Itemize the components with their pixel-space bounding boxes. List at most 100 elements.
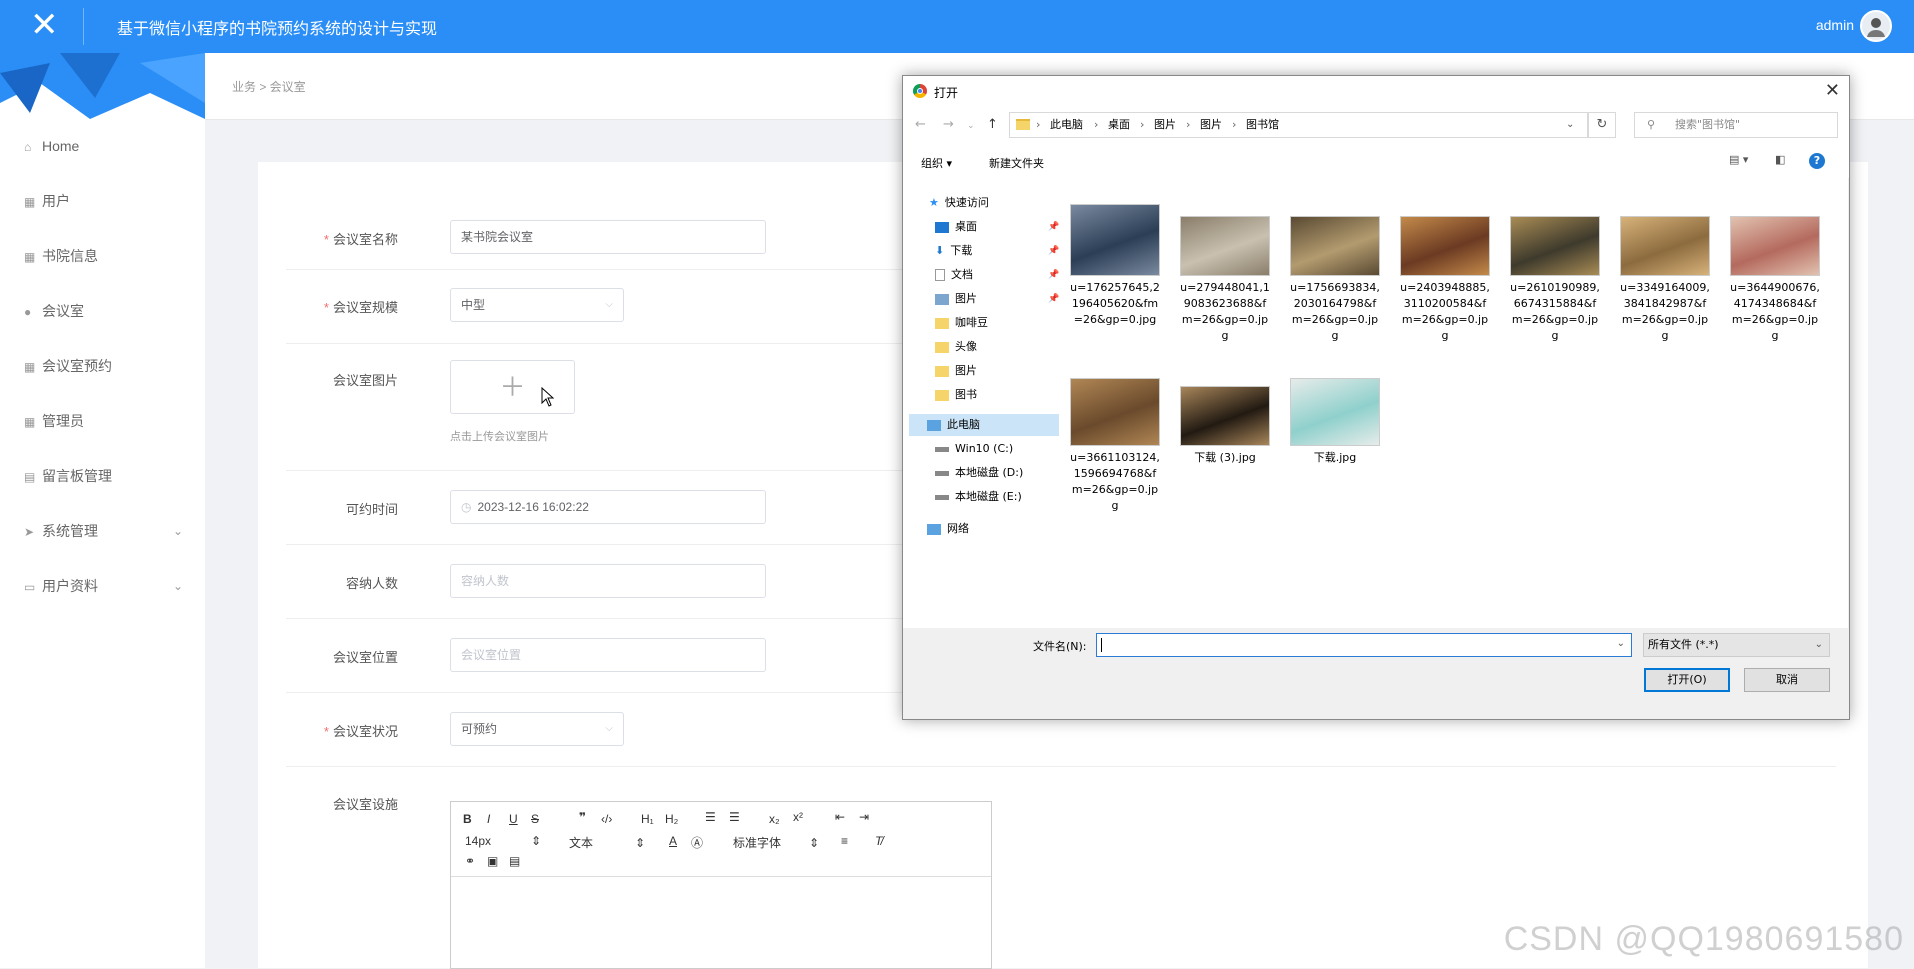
superscript-icon[interactable]: x² — [793, 810, 803, 824]
chevron-down-icon[interactable]: ⌄ — [967, 121, 975, 131]
file-item[interactable]: u=3644900676,4174348684&fm=26&gp=0.jpg — [1729, 216, 1821, 344]
nav-pictures[interactable]: 图片 — [935, 288, 977, 310]
nav-drive[interactable]: 本地磁盘 (E:) — [935, 486, 1022, 508]
bold-icon[interactable]: B — [463, 812, 472, 826]
sidebar-item-users[interactable]: ▦ 用户 — [0, 174, 205, 229]
cancel-button[interactable]: 取消 — [1744, 668, 1830, 692]
sidebar-item-profile[interactable]: ▭ 用户资料 ⌄ — [0, 559, 205, 614]
image-upload-button[interactable]: ＋ — [450, 360, 575, 414]
capacity-input[interactable]: 容纳人数 — [450, 564, 766, 598]
path-segment[interactable]: 桌面 — [1108, 113, 1130, 137]
close-icon[interactable]: ✕ — [1825, 80, 1840, 101]
underline-icon[interactable]: U — [509, 812, 518, 826]
help-icon[interactable]: ? — [1809, 153, 1825, 169]
refresh-icon[interactable]: ↻ — [1588, 112, 1616, 138]
sidebar-item-messages[interactable]: ▤ 留言板管理 — [0, 449, 205, 504]
file-item[interactable]: u=3661103124,1596694768&fm=26&gp=0.jpg — [1069, 378, 1161, 514]
link-icon[interactable]: ⚭ — [465, 854, 475, 868]
view-icon[interactable]: ▤ ▾ — [1729, 153, 1748, 166]
back-icon[interactable]: ← — [915, 117, 926, 132]
nav-this-pc[interactable]: 此电脑 — [909, 414, 1059, 436]
close-icon[interactable]: ✕ — [30, 8, 59, 42]
image-thumbnail — [1730, 216, 1820, 276]
nav-drive[interactable]: Win10 (C:) — [935, 438, 1013, 460]
time-picker[interactable]: ◷ 2023-12-16 16:02:22 — [450, 490, 766, 524]
nav-downloads[interactable]: ⬇ 下载 — [935, 240, 972, 262]
up-icon[interactable]: ↑ — [987, 117, 998, 132]
italic-icon[interactable]: I — [487, 812, 490, 826]
sidebar-item-system[interactable]: ➤ 系统管理 ⌄ — [0, 504, 205, 559]
status-select[interactable]: 可预约 ⌵ — [450, 712, 624, 746]
image-thumbnail — [1180, 386, 1270, 446]
filetype-select[interactable]: 所有文件 (*.*) ⌄ — [1643, 633, 1830, 657]
nav-label: 咖啡豆 — [955, 316, 988, 329]
nav-folder[interactable]: 头像 — [935, 336, 977, 358]
heading1-icon[interactable]: H₁ — [641, 812, 654, 826]
preview-pane-icon[interactable]: ◧ — [1775, 153, 1785, 166]
quote-icon[interactable]: ❞ — [579, 810, 586, 824]
text-style-select[interactable]: 文本 ⇕ — [569, 834, 645, 851]
forward-icon[interactable]: → — [943, 117, 954, 132]
path-segment[interactable]: 图片 — [1154, 113, 1176, 137]
subscript-icon[interactable]: x₂ — [769, 812, 780, 826]
image-thumbnail — [1180, 216, 1270, 276]
name-input[interactable]: 某书院会议室 — [450, 220, 766, 254]
nav-label: 本地磁盘 (D:) — [955, 466, 1024, 479]
nav-documents[interactable]: 文档 — [935, 264, 973, 286]
ordered-list-icon[interactable]: ☰ — [705, 810, 716, 824]
nav-drive[interactable]: 本地磁盘 (D:) — [935, 462, 1023, 484]
sidebar-item-booking[interactable]: ▦ 会议室预约 — [0, 339, 205, 394]
path-segment[interactable]: 图书馆 — [1246, 113, 1279, 137]
new-folder-button[interactable]: 新建文件夹 — [989, 155, 1044, 171]
sidebar-item-home[interactable]: ⌂ Home — [0, 119, 205, 174]
image-icon[interactable]: ▣ — [487, 854, 498, 868]
search-input[interactable]: ⚲ 搜索"图书馆" — [1634, 112, 1838, 138]
open-button[interactable]: 打开(O) — [1644, 668, 1730, 692]
strike-icon[interactable]: S — [531, 812, 539, 826]
nav-desktop[interactable]: 桌面 — [935, 216, 977, 238]
file-item[interactable]: u=176257645,2196405620&fm=26&gp=0.jpg — [1069, 204, 1161, 328]
file-item[interactable]: u=1756693834,2030164798&fm=26&gp=0.jpg — [1289, 216, 1381, 344]
scale-select[interactable]: 中型 ⌵ — [450, 288, 624, 322]
chevron-down-icon[interactable]: ⌄ — [1566, 113, 1574, 137]
username[interactable]: admin — [1816, 17, 1854, 33]
indent-right-icon[interactable]: ⇥ — [859, 810, 869, 824]
file-item[interactable]: u=279448041,19083623688&fm=26&gp=0.jpg — [1179, 216, 1271, 344]
path-segment[interactable]: 此电脑 — [1050, 113, 1083, 137]
file-item[interactable]: 下载.jpg — [1289, 378, 1381, 466]
font-size-select[interactable]: 14px ⇕ — [465, 834, 541, 848]
organize-button[interactable]: 组织 ▾ — [921, 155, 952, 171]
font-family-select[interactable]: 标准字体 ⇕ — [733, 834, 819, 851]
background-color-icon[interactable]: Ⓐ — [691, 834, 703, 851]
sidebar-item-meeting-room[interactable]: ● 会议室 — [0, 284, 205, 339]
nav-network[interactable]: 网络 — [927, 518, 969, 540]
align-icon[interactable]: ≡ — [841, 834, 848, 848]
dialog-command-bar: 组织 ▾ 新建文件夹 ▤ ▾ ◧ ? — [903, 144, 1849, 179]
file-item[interactable]: u=2610190989,6674315884&fm=26&gp=0.jpg — [1509, 216, 1601, 344]
nav-quick-access[interactable]: ★ 快速访问 — [929, 192, 989, 214]
nav-label: 头像 — [955, 340, 977, 353]
heading2-icon[interactable]: H₂ — [665, 812, 678, 826]
path-segment[interactable]: 图片 — [1200, 113, 1222, 137]
indent-left-icon[interactable]: ⇤ — [835, 810, 845, 824]
location-input[interactable]: 会议室位置 — [450, 638, 766, 672]
sidebar-item-admin[interactable]: ▦ 管理员 — [0, 394, 205, 449]
nav-folder[interactable]: 图片 — [935, 360, 977, 382]
file-item[interactable]: u=3349164009,3841842987&fm=26&gp=0.jpg — [1619, 216, 1711, 344]
file-item[interactable]: 下载 (3).jpg — [1179, 386, 1271, 466]
sidebar-item-academy[interactable]: ▦ 书院信息 — [0, 229, 205, 284]
nav-folder[interactable]: 咖啡豆 — [935, 312, 988, 334]
chevron-down-icon[interactable]: ⌄ — [1617, 638, 1625, 649]
code-icon[interactable]: ‹/› — [601, 812, 612, 826]
avatar[interactable] — [1860, 10, 1892, 42]
rich-text-editor: B I U S ❞ ‹/› H₁ H₂ ☰ ☰ x₂ x² ⇤ ⇥ 14px ⇕ … — [450, 801, 992, 969]
video-icon[interactable]: ▤ — [509, 854, 520, 868]
nav-folder[interactable]: 图书 — [935, 384, 977, 406]
font-color-icon[interactable]: A — [669, 834, 677, 848]
clear-format-icon[interactable]: T̸ — [875, 834, 882, 848]
file-item[interactable]: u=2403948885,3110200584&fm=26&gp=0.jpg — [1399, 216, 1491, 344]
address-bar[interactable]: › 此电脑 › 桌面 › 图片 › 图片 › 图书馆 ⌄ — [1009, 112, 1588, 138]
filename-input[interactable]: ⌄ — [1096, 633, 1632, 657]
bullet-list-icon[interactable]: ☰ — [729, 810, 740, 824]
location-label: 会议室位置 — [332, 650, 398, 665]
